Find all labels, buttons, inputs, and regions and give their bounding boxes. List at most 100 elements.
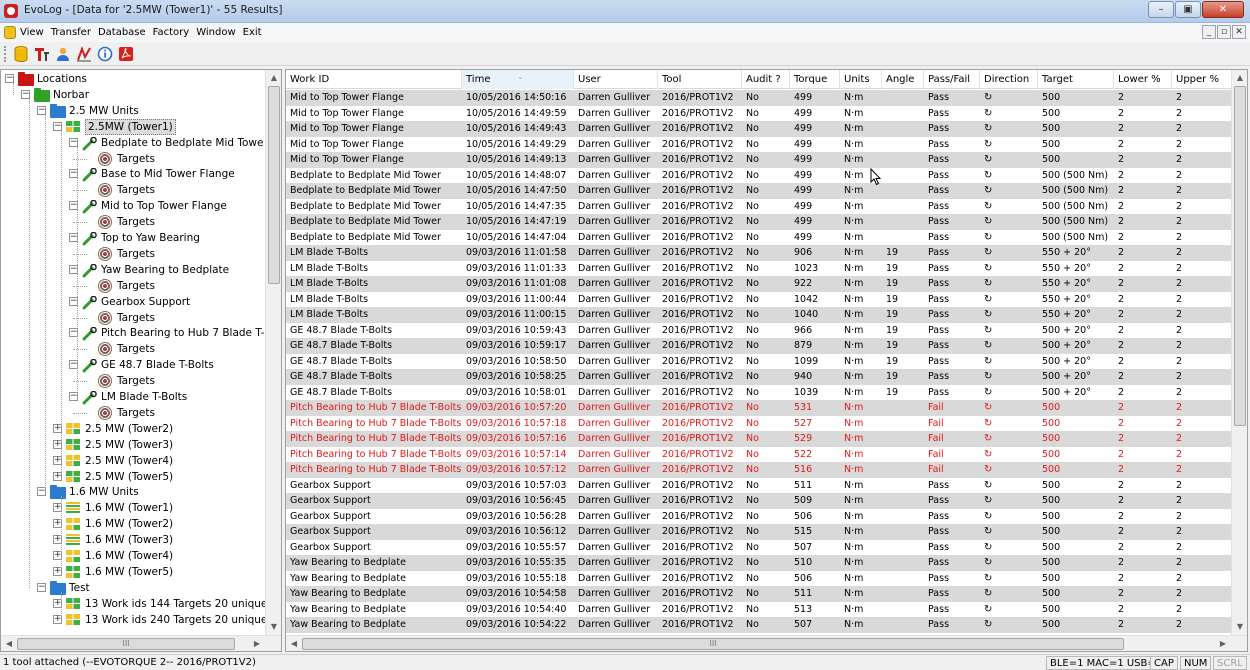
collapse-icon[interactable]: − [69,137,78,147]
grid-scroll-left-icon[interactable]: ◀ [286,636,302,651]
column-header-upper[interactable]: Upper % [1172,70,1232,89]
scroll-up-icon[interactable]: ▲ [266,70,281,86]
mdi-close-button[interactable]: ✕ [1232,25,1246,39]
grid-vertical-scrollbar[interactable]: ▲ ▼ [1231,70,1247,635]
table-row[interactable]: GE 48.7 Blade T-Bolts 09/03/2016 10:58:01… [286,384,1232,400]
tree-node[interactable]: − Mid to Top Tower Flange [1,198,263,214]
table-row[interactable]: GE 48.7 Blade T-Bolts 09/03/2016 10:58:25… [286,369,1232,385]
menu-factory[interactable]: Factory [153,27,190,38]
tree-node[interactable]: −1.6 MW Units [1,484,263,500]
tree-node-targets[interactable]: Targets [1,310,263,326]
table-row[interactable]: LM Blade T-Bolts 09/03/2016 11:00:15 Darre… [286,307,1232,323]
tree-vertical-scrollbar[interactable]: ▲ ▼ [265,70,281,635]
table-row[interactable]: GE 48.7 Blade T-Bolts 09/03/2016 10:59:43… [286,322,1232,338]
table-row[interactable]: GE 48.7 Blade T-Bolts 09/03/2016 10:58:50… [286,353,1232,369]
table-row[interactable]: LM Blade T-Bolts 09/03/2016 11:01:58 Darre… [286,245,1232,261]
grid-hscroll-thumb[interactable]: III [302,638,1124,650]
tree-node[interactable]: − LM Blade T-Bolts [1,389,263,405]
tree-node[interactable]: +2.5 MW (Tower2) [1,421,263,437]
tree-node-targets[interactable]: Targets [1,214,263,230]
grid-scroll-thumb[interactable] [1234,86,1246,426]
column-header-time[interactable]: Time ⌄ [462,70,574,89]
toolbar-grip[interactable] [4,45,7,62]
table-row[interactable]: Bedplate to Bedplate Mid Tower 10/05/2016… [286,167,1232,183]
column-header-work-id[interactable]: Work ID [286,70,462,89]
tree-node-targets[interactable]: Targets [1,182,263,198]
close-button[interactable]: ✕ [1202,1,1244,18]
table-row[interactable]: Mid to Top Tower Flange 10/05/2016 14:49:… [286,121,1232,137]
tree-node[interactable]: − Gearbox Support [1,294,263,310]
tree-node[interactable]: − Pitch Bearing to Hub 7 Blade T- [1,325,265,341]
tree-node[interactable]: +1.6 MW (Tower3) [1,532,263,548]
tree-node[interactable]: − Top to Yaw Bearing [1,230,263,246]
table-row[interactable]: Pitch Bearing to Hub 7 Blade T-Bolts 09/0… [286,462,1232,478]
table-row[interactable]: Pitch Bearing to Hub 7 Blade T-Bolts 09/0… [286,400,1232,416]
table-row[interactable]: Mid to Top Tower Flange 10/05/2016 14:49:… [286,105,1232,121]
scroll-right-icon[interactable]: ▶ [249,636,265,651]
grid-horizontal-scrollbar[interactable]: ◀ III ▶ [286,635,1247,651]
tree-node[interactable]: − Locations [1,71,263,87]
collapse-icon[interactable]: − [21,89,30,99]
grid-scroll-up-icon[interactable]: ▲ [1232,70,1247,86]
tree-node[interactable]: +2.5 MW (Tower3) [1,437,263,453]
column-header-torque[interactable]: Torque [790,70,840,89]
column-header-target[interactable]: Target [1038,70,1114,89]
tree-horizontal-scrollbar[interactable]: ◀ III ▶ [1,635,281,651]
tree-node[interactable]: − Test [1,580,263,596]
tree-node[interactable]: +13 Work ids 144 Targets 20 unique [1,596,267,612]
column-header-pass-fail[interactable]: Pass/Fail [924,70,980,89]
collapse-icon[interactable]: − [53,121,62,131]
tree-node-targets[interactable]: Targets [1,246,263,262]
table-row[interactable]: Bedplate to Bedplate Mid Tower 10/05/2016… [286,229,1232,245]
tree-node[interactable]: +1.6 MW (Tower2) [1,516,263,532]
menu-transfer[interactable]: Transfer [51,27,91,38]
table-row[interactable]: Bedplate to Bedplate Mid Tower 10/05/2016… [286,214,1232,230]
tree-node-targets[interactable]: Targets [1,341,263,357]
table-row[interactable]: Yaw Bearing to Bedplate 09/03/2016 10:54:… [286,617,1232,633]
column-header-user[interactable]: User [574,70,658,89]
mdi-restore-button[interactable]: ▫ [1217,25,1231,39]
table-row[interactable]: Yaw Bearing to Bedplate 09/03/2016 10:55:… [286,570,1232,586]
table-row[interactable]: GE 48.7 Blade T-Bolts 09/03/2016 10:59:17… [286,338,1232,354]
table-row[interactable]: Pitch Bearing to Hub 7 Blade T-Bolts 09/0… [286,446,1232,462]
column-header-direction[interactable]: Direction [980,70,1038,89]
table-row[interactable]: LM Blade T-Bolts 09/03/2016 11:01:08 Darre… [286,276,1232,292]
tree-node-targets[interactable]: Targets [1,278,263,294]
tree-node-targets[interactable]: Targets [1,151,263,167]
tree-node[interactable]: − Base to Mid Tower Flange [1,166,263,182]
collapse-icon[interactable]: − [37,582,46,592]
user-button[interactable] [54,45,72,63]
tools-button[interactable] [33,45,51,63]
tree-node-targets[interactable]: Targets [1,373,263,389]
table-row[interactable]: Yaw Bearing to Bedplate 09/03/2016 10:54:… [286,601,1232,617]
minimize-button[interactable]: – [1148,1,1174,18]
tree-node[interactable]: +13 Work ids 240 Targets 20 unique [1,612,267,628]
tree-node[interactable]: +1.6 MW (Tower1) [1,500,263,516]
tree-node-targets[interactable]: Targets [1,405,263,421]
menu-view[interactable]: View [20,27,44,38]
tree-node[interactable]: +1.6 MW (Tower4) [1,548,263,564]
tree-node[interactable]: − Yaw Bearing to Bedplate [1,262,263,278]
table-row[interactable]: Bedplate to Bedplate Mid Tower 10/05/2016… [286,183,1232,199]
pdf-button[interactable] [117,45,135,63]
table-row[interactable]: Mid to Top Tower Flange 10/05/2016 14:49:… [286,136,1232,152]
tree-node[interactable]: − GE 48.7 Blade T-Bolts [1,357,263,373]
database-button[interactable] [12,45,30,63]
menu-database[interactable]: Database [98,27,146,38]
info-button[interactable] [96,45,114,63]
maximize-button[interactable]: ▣ [1175,1,1201,18]
table-row[interactable]: Pitch Bearing to Hub 7 Blade T-Bolts 09/0… [286,431,1232,447]
tree-node[interactable]: − 2.5 MW Units [1,103,263,119]
graph-button[interactable] [75,45,93,63]
table-row[interactable]: Mid to Top Tower Flange 10/05/2016 14:50:… [286,90,1232,106]
table-row[interactable]: LM Blade T-Bolts 09/03/2016 11:01:33 Darre… [286,260,1232,276]
grid-scroll-down-icon[interactable]: ▼ [1232,619,1247,635]
menu-window[interactable]: Window [196,27,235,38]
table-row[interactable]: Pitch Bearing to Hub 7 Blade T-Bolts 09/0… [286,415,1232,431]
table-row[interactable]: Yaw Bearing to Bedplate 09/03/2016 10:55:… [286,555,1232,571]
tree-scroll-thumb[interactable] [268,86,280,284]
results-grid[interactable]: Work ID Time ⌄ User Tool Audit ? Torque Units An… [285,69,1248,652]
tree-node[interactable]: − Bedplate to Bedplate Mid Towe [1,135,263,151]
column-header-units[interactable]: Units [840,70,882,89]
column-header-lower[interactable]: Lower % [1114,70,1172,89]
